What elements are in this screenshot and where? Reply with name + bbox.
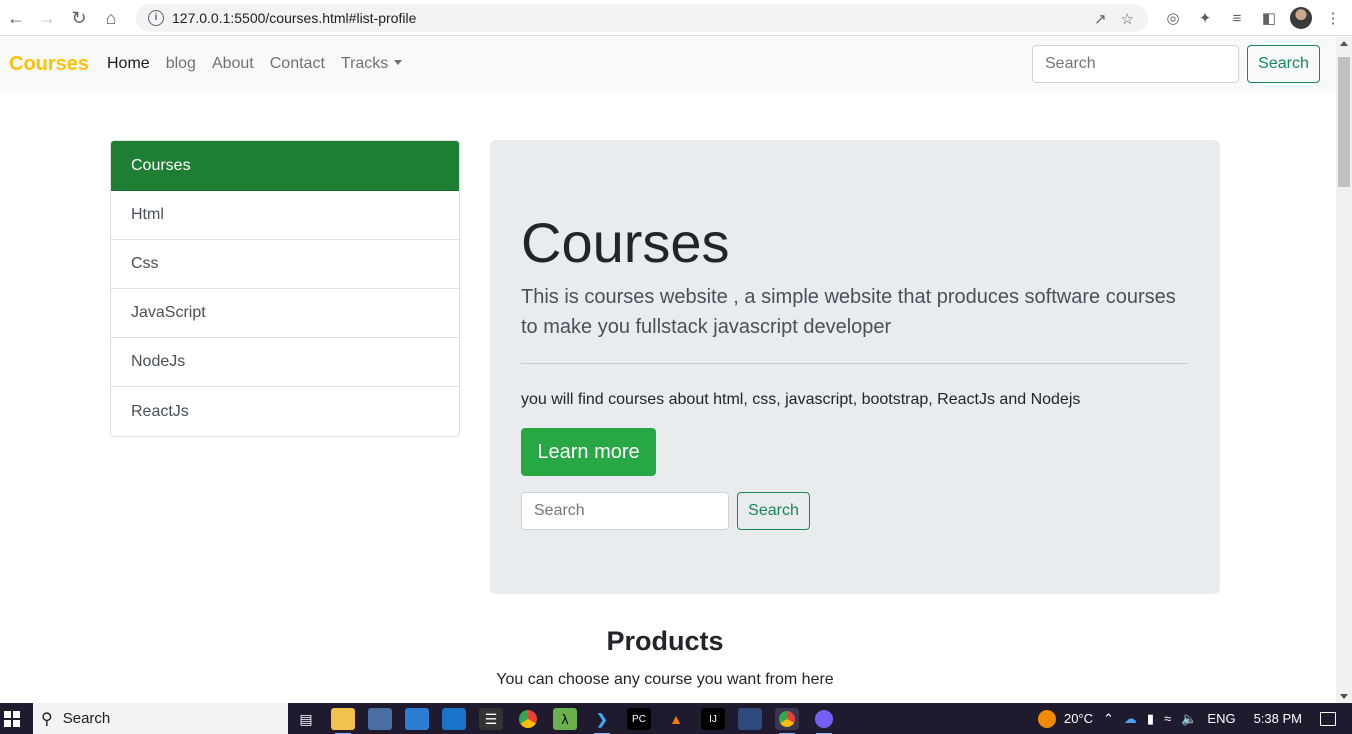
translate-icon[interactable]: ◎ (1160, 4, 1186, 32)
language-indicator[interactable]: ENG (1207, 711, 1235, 726)
navbar-brand[interactable]: Courses (9, 53, 89, 76)
back-icon[interactable]: ← (0, 2, 32, 34)
nav-link-home[interactable]: Home (107, 55, 150, 73)
vscode-icon[interactable]: ❯ (590, 708, 614, 734)
divider (521, 363, 1188, 364)
clapper-icon[interactable]: ☰ (479, 708, 503, 730)
mail-icon[interactable] (442, 708, 466, 730)
wifi-icon[interactable]: ≈ (1164, 711, 1171, 726)
address-bar[interactable]: i 127.0.0.1:5500/courses.html#list-profi… (136, 4, 1148, 32)
site-info-icon[interactable]: i (148, 10, 164, 26)
extensions-icon[interactable]: ✦ (1192, 4, 1218, 32)
app-icon[interactable] (368, 708, 392, 730)
intellij-icon[interactable]: IJ (701, 708, 725, 730)
nav-link-contact[interactable]: Contact (270, 55, 325, 73)
chevron-up-icon[interactable]: ⌃ (1103, 711, 1114, 727)
task-view-icon[interactable]: ▤ (294, 708, 318, 730)
products-heading: Products (606, 626, 724, 656)
viber-icon[interactable] (812, 708, 836, 734)
site-navbar: Courses Home blog About Contact Tracks S… (0, 37, 1336, 92)
list-item-html[interactable]: Html (111, 191, 459, 240)
page-scrollbar[interactable] (1336, 37, 1352, 703)
jumbotron-search-input[interactable] (521, 492, 729, 530)
list-item-nodejs[interactable]: NodeJs (111, 338, 459, 387)
nav-link-blog[interactable]: blog (166, 55, 196, 73)
jumbotron-text: you will find courses about html, css, j… (521, 391, 1081, 408)
chrome-icon[interactable] (516, 708, 540, 730)
url-text: 127.0.0.1:5500/courses.html#list-profile (172, 10, 417, 26)
forward-icon[interactable]: → (31, 2, 63, 34)
reading-list-icon[interactable]: ≡ (1224, 4, 1250, 32)
nav-dropdown-tracks[interactable]: Tracks (340, 55, 403, 73)
navbar-search-input[interactable] (1032, 45, 1239, 83)
home-icon[interactable]: ⌂ (95, 2, 127, 34)
battery-icon[interactable]: ▮ (1147, 711, 1154, 727)
store-icon[interactable] (405, 708, 429, 730)
profile-avatar[interactable] (1288, 4, 1314, 32)
bookmark-star-icon[interactable]: ☆ (1121, 10, 1134, 28)
system-tray: 20°C ⌃ ☁ ▮ ≈ 🔈 ENG 5:38 PM (1037, 703, 1352, 734)
products-subtitle: You can choose any course you want from … (496, 671, 834, 688)
clock-time[interactable]: 5:38 PM (1254, 711, 1302, 726)
list-item-reactjs[interactable]: ReactJs (111, 387, 459, 436)
menu-kebab-icon[interactable]: ⋮ (1320, 4, 1346, 32)
search-icon: ⚲ (41, 710, 53, 728)
notification-icon[interactable] (1320, 711, 1336, 726)
file-explorer-icon[interactable] (331, 708, 355, 734)
nav-link-about[interactable]: About (212, 55, 254, 73)
sql-icon[interactable] (738, 708, 762, 730)
jumbotron-lead: This is courses website , a simple websi… (521, 286, 1176, 338)
scroll-up-icon[interactable] (1340, 41, 1348, 46)
weather-sun-icon[interactable] (1037, 709, 1056, 728)
taskbar-apps: ▤ ☰ λ ❯ PC ▲ IJ (294, 708, 836, 734)
taskbar-search[interactable]: ⚲ Search (33, 703, 288, 734)
nav-link-tracks-label: Tracks (340, 55, 389, 72)
windows-taskbar: ⚲ Search ▤ ☰ λ ❯ PC ▲ IJ 20°C ⌃ ☁ ▮ ≈ 🔈 … (0, 703, 1352, 734)
list-item-courses[interactable]: Courses (111, 141, 459, 191)
share-icon[interactable]: ↗ (1094, 10, 1107, 28)
jumbotron: Courses This is courses website , a simp… (490, 140, 1220, 594)
terminal-icon[interactable]: λ (553, 708, 577, 730)
browser-toolbar: ← → ↻ ⌂ i 127.0.0.1:5500/courses.html#li… (0, 0, 1352, 36)
navbar-search-button[interactable]: Search (1247, 45, 1320, 83)
list-item-css[interactable]: Css (111, 240, 459, 289)
taskbar-search-label: Search (62, 710, 111, 727)
pycharm-icon[interactable]: PC (627, 708, 651, 730)
scroll-down-icon[interactable] (1340, 694, 1348, 699)
jumbotron-search-button[interactable]: Search (737, 492, 810, 530)
reload-icon[interactable]: ↻ (63, 2, 95, 34)
vlc-icon[interactable]: ▲ (664, 708, 688, 730)
volume-icon[interactable]: 🔈 (1181, 711, 1197, 727)
jumbotron-title: Courses (521, 211, 730, 274)
list-item-javascript[interactable]: JavaScript (111, 289, 459, 338)
onedrive-icon[interactable]: ☁ (1124, 711, 1137, 727)
caret-down-icon (394, 60, 403, 65)
windows-start-icon[interactable] (4, 711, 20, 727)
temperature[interactable]: 20°C (1064, 711, 1093, 726)
chrome-running-icon[interactable] (775, 708, 799, 734)
courses-list-group: Courses Html Css JavaScript NodeJs React… (110, 140, 460, 437)
side-panel-icon[interactable]: ◧ (1256, 4, 1282, 32)
nav-links: Home blog About Contact Tracks (107, 55, 418, 73)
learn-more-button[interactable]: Learn more (521, 428, 656, 476)
scroll-thumb[interactable] (1338, 57, 1350, 187)
